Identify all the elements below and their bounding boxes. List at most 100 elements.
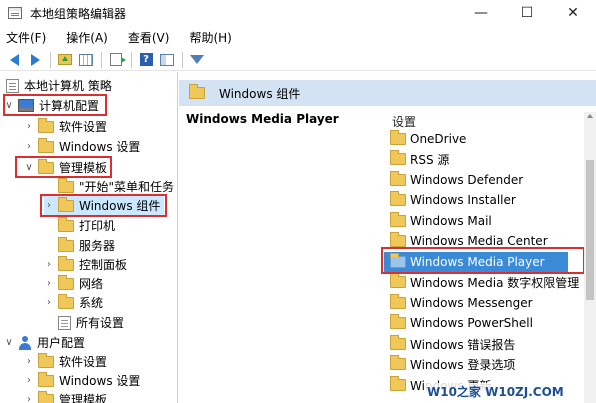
list-item-defender[interactable]: Windows Defender xyxy=(390,170,523,190)
maximize-button[interactable]: ☐ xyxy=(504,0,550,26)
menu-help[interactable]: 帮助(H) xyxy=(189,29,231,46)
tree-item-system[interactable]: › 系统 xyxy=(44,293,103,312)
back-icon xyxy=(9,53,19,66)
settings-column-header[interactable]: 设置 xyxy=(392,113,416,130)
toolbar-separator xyxy=(182,51,183,68)
tree-item-windows-settings[interactable]: › Windows 设置 xyxy=(24,137,140,156)
policy-editor-app-icon xyxy=(8,7,22,19)
folder-icon xyxy=(390,232,406,247)
tree-item-computer-config[interactable]: ∨ 计算机配置 xyxy=(4,96,99,115)
chevron-right-icon[interactable]: › xyxy=(44,259,54,270)
tree-item-all-settings[interactable]: 所有设置 xyxy=(58,313,124,332)
folder-icon xyxy=(38,158,54,174)
up-one-level-button[interactable] xyxy=(55,50,75,70)
tree-item-windows-components[interactable]: › Windows 组件 xyxy=(44,196,164,215)
menu-bar: 文件(F) 操作(A) 查看(V) 帮助(H) xyxy=(0,27,596,47)
filter-button[interactable] xyxy=(187,50,207,70)
list-item-label: Windows PowerShell xyxy=(410,316,533,330)
navigation-tree[interactable]: 本地计算机 策略 ∨ 计算机配置 › 软件设置 › Windows 设置 ∨ 管… xyxy=(0,72,178,403)
title-bar: 本地组策略编辑器 — ☐ ✕ xyxy=(0,0,596,26)
folder-icon xyxy=(390,212,406,227)
tree-item-label: 服务器 xyxy=(79,239,116,253)
chevron-right-icon[interactable]: › xyxy=(44,278,54,289)
tree-item-admin-templates[interactable]: ∨ 管理模板 xyxy=(24,158,107,177)
tree-item-user-software-settings[interactable]: › 软件设置 xyxy=(24,352,107,371)
tree-item-control-panel[interactable]: › 控制面板 xyxy=(44,255,127,274)
menu-file[interactable]: 文件(F) xyxy=(6,29,46,46)
folder-icon xyxy=(58,177,74,193)
folder-icon xyxy=(390,253,406,268)
properties-button[interactable] xyxy=(157,50,177,70)
chevron-right-icon[interactable]: › xyxy=(24,356,34,367)
panel-icon xyxy=(160,53,174,66)
tree-item-printers[interactable]: 打印机 xyxy=(58,216,115,235)
close-button[interactable]: ✕ xyxy=(550,0,596,26)
tree-item-label: 软件设置 xyxy=(59,355,108,369)
tree-item-user-windows-settings[interactable]: › Windows 设置 xyxy=(24,371,140,390)
tree-item-network[interactable]: › 网络 xyxy=(44,274,103,293)
list-item-label: Windows 登录选项 xyxy=(410,357,516,372)
list-item-powershell[interactable]: Windows PowerShell xyxy=(390,313,533,333)
user-icon xyxy=(18,335,32,350)
chevron-right-icon[interactable]: › xyxy=(24,375,34,386)
tree-item-start-menu[interactable]: "开始"菜单和任务 xyxy=(58,177,174,196)
tree-item-label: 计算机配置 xyxy=(39,99,100,113)
menu-view[interactable]: 查看(V) xyxy=(128,29,170,46)
list-item-label: RSS 源 xyxy=(410,152,450,167)
folder-icon xyxy=(38,371,54,387)
chevron-down-icon[interactable]: ∨ xyxy=(4,100,14,111)
forward-icon xyxy=(30,53,40,66)
list-item-mail[interactable]: Windows Mail xyxy=(390,211,492,231)
chevron-right-icon[interactable]: › xyxy=(24,141,34,152)
chevron-right-icon[interactable]: › xyxy=(44,200,54,211)
scroll-thumb[interactable] xyxy=(586,160,594,300)
tree-item-user-config[interactable]: ∨ 用户配置 xyxy=(4,333,85,352)
export-list-button[interactable] xyxy=(106,50,126,70)
folder-icon xyxy=(38,352,54,368)
list-item-rss[interactable]: RSS 源 xyxy=(390,149,449,169)
tree-item-server[interactable]: 服务器 xyxy=(58,236,115,255)
chevron-down-icon[interactable]: ∨ xyxy=(4,337,14,348)
list-item-media-center[interactable]: Windows Media Center xyxy=(390,231,548,251)
tree-item-local-policy[interactable]: 本地计算机 策略 xyxy=(6,76,112,95)
export-icon xyxy=(110,53,126,66)
watermark: W10之家 W10ZJ.COM xyxy=(425,383,566,400)
help-button[interactable]: ? xyxy=(136,50,156,70)
tree-item-user-admin-templates[interactable]: › 管理模板 xyxy=(24,390,107,403)
tree-item-software-settings[interactable]: › 软件设置 xyxy=(24,117,107,136)
tree-item-label: Windows 设置 xyxy=(59,374,141,388)
tree-item-label: 本地计算机 策略 xyxy=(24,79,112,93)
list-item-installer[interactable]: Windows Installer xyxy=(390,190,516,210)
list-item-label: Windows Mail xyxy=(410,214,492,228)
forward-button[interactable] xyxy=(25,50,45,70)
minimize-button[interactable]: — xyxy=(458,0,504,26)
show-hide-tree-button[interactable] xyxy=(76,50,96,70)
chevron-right-icon[interactable]: › xyxy=(24,394,34,403)
scroll-up-icon[interactable] xyxy=(587,114,593,118)
window-title: 本地组策略编辑器 xyxy=(30,6,127,21)
list-item-error-reporting[interactable]: Windows 错误报告 xyxy=(390,334,515,354)
list-item-media-player[interactable]: Windows Media Player xyxy=(384,252,568,272)
chevron-down-icon[interactable]: ∨ xyxy=(24,162,34,173)
list-item-messenger[interactable]: Windows Messenger xyxy=(390,293,533,313)
chevron-right-icon[interactable]: › xyxy=(44,297,54,308)
folder-icon xyxy=(390,273,406,288)
content-pane: Windows 组件 Windows Media Player 设置 OneDr… xyxy=(179,72,596,403)
folder-icon xyxy=(390,376,406,391)
tree-item-label: 管理模板 xyxy=(59,393,108,403)
up-folder-icon xyxy=(58,54,72,65)
list-item-media-drm[interactable]: Windows Media 数字权限管理 xyxy=(390,272,579,292)
list-item-logon-options[interactable]: Windows 登录选项 xyxy=(390,354,515,374)
chevron-right-icon[interactable]: › xyxy=(24,121,34,132)
folder-icon xyxy=(390,130,406,145)
folder-icon xyxy=(189,84,205,99)
tree-item-label: "开始"菜单和任务 xyxy=(79,180,175,194)
tree-item-label: 网络 xyxy=(79,277,104,291)
folder-icon xyxy=(58,236,74,252)
back-button[interactable] xyxy=(4,50,24,70)
vertical-scrollbar[interactable] xyxy=(584,112,596,403)
list-item-label: Windows Installer xyxy=(410,193,516,207)
list-item-onedrive[interactable]: OneDrive xyxy=(390,129,466,149)
tree-item-label: 管理模板 xyxy=(59,161,108,175)
menu-action[interactable]: 操作(A) xyxy=(66,29,108,46)
